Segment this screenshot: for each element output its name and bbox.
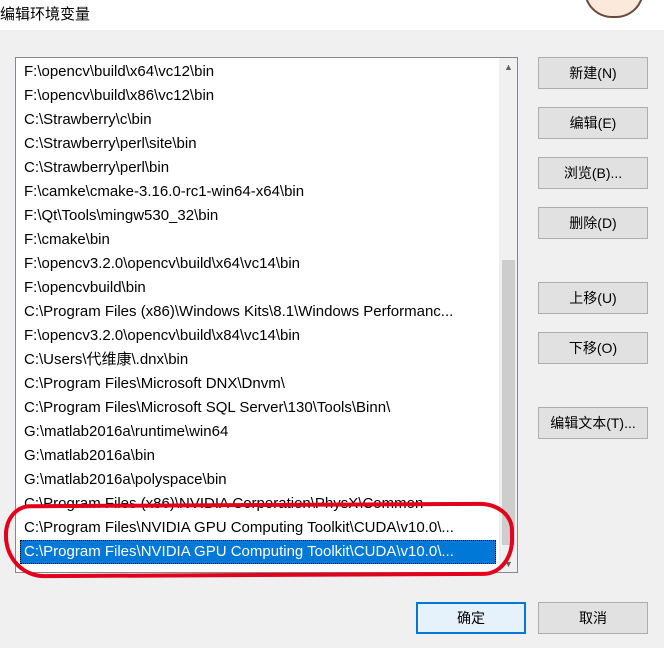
- path-list-item[interactable]: C:\Program Files\NVIDIA GPU Computing To…: [20, 516, 496, 540]
- path-list-item[interactable]: F:\opencv3.2.0\opencv\build\x84\vc14\bin: [20, 324, 496, 348]
- path-list-item[interactable]: C:\Program Files (x86)\Windows Kits\8.1\…: [20, 300, 496, 324]
- path-list-item[interactable]: C:\Program Files\Microsoft SQL Server\13…: [20, 396, 496, 420]
- vertical-scrollbar[interactable]: ▲ ▼: [499, 58, 517, 572]
- path-list-item[interactable]: F:\cmake\bin: [20, 228, 496, 252]
- path-list-item[interactable]: C:\Program Files (x86)\NVIDIA Corporatio…: [20, 492, 496, 516]
- path-list-item[interactable]: C:\Strawberry\perl\bin: [20, 156, 496, 180]
- browse-button[interactable]: 浏览(B)...: [538, 157, 648, 189]
- path-list-item[interactable]: C:\Program Files\Microsoft DNX\Dnvm\: [20, 372, 496, 396]
- ok-button[interactable]: 确定: [416, 602, 526, 634]
- delete-button[interactable]: 删除(D): [538, 207, 648, 239]
- edit-text-button[interactable]: 编辑文本(T)...: [538, 407, 648, 439]
- path-list-item[interactable]: F:\opencv\build\x64\vc12\bin: [20, 60, 496, 84]
- path-list-item[interactable]: G:\matlab2016a\polyspace\bin: [20, 468, 496, 492]
- path-list-item[interactable]: G:\matlab2016a\bin: [20, 444, 496, 468]
- path-list-item[interactable]: G:\matlab2016a\runtime\win64: [20, 420, 496, 444]
- path-list-item[interactable]: F:\Qt\Tools\mingw530_32\bin: [20, 204, 496, 228]
- path-list-item[interactable]: F:\opencv\build\x86\vc12\bin: [20, 84, 496, 108]
- path-listbox[interactable]: F:\opencv\build\x64\vc12\bin F:\opencv\bu…: [15, 57, 518, 573]
- scroll-up-icon[interactable]: ▲: [500, 58, 517, 75]
- path-list-item[interactable]: C:\Strawberry\perl\site\bin: [20, 132, 496, 156]
- cancel-button[interactable]: 取消: [538, 602, 648, 634]
- title-bar: 编辑环境变量: [0, 0, 664, 30]
- window-title: 编辑环境变量: [0, 6, 91, 23]
- path-list-item[interactable]: F:\opencvbuild\bin: [20, 276, 496, 300]
- edit-button[interactable]: 编辑(E): [538, 107, 648, 139]
- new-button[interactable]: 新建(N): [538, 57, 648, 89]
- path-list-item[interactable]: C:\Strawberry\c\bin: [20, 108, 496, 132]
- path-list-item[interactable]: F:\camke\cmake-3.16.0-rc1-win64-x64\bin: [20, 180, 496, 204]
- move-down-button[interactable]: 下移(O): [538, 332, 648, 364]
- move-up-button[interactable]: 上移(U): [538, 282, 648, 314]
- path-list-item[interactable]: F:\opencv3.2.0\opencv\build\x64\vc14\bin: [20, 252, 496, 276]
- path-list-item[interactable]: C:\Users\代维康\.dnx\bin: [20, 348, 496, 372]
- scroll-down-icon[interactable]: ▼: [500, 555, 517, 572]
- scroll-thumb[interactable]: [502, 260, 515, 545]
- path-list-item[interactable]: C:\Program Files\NVIDIA GPU Computing To…: [20, 540, 496, 564]
- avatar-icon: [584, 0, 644, 18]
